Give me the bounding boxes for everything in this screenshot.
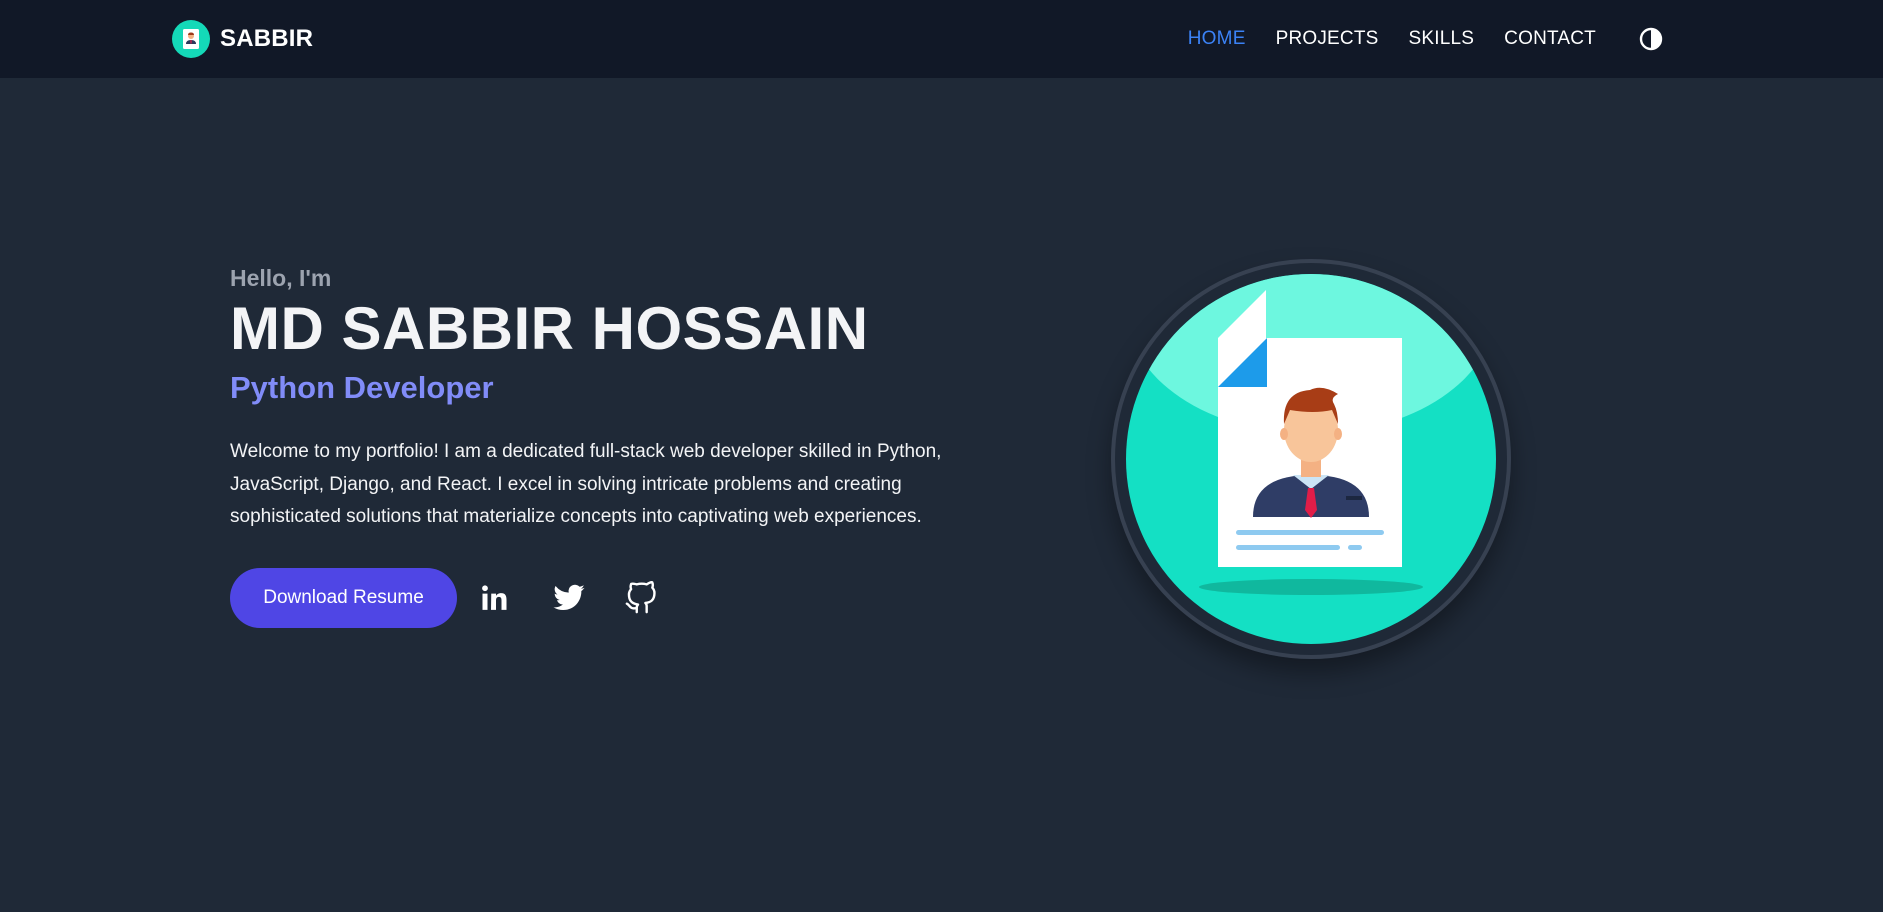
brand-link[interactable]: SABBIR [172,19,313,59]
resume-illustration-icon [1126,274,1496,644]
hero-role: Python Developer [230,370,494,405]
main-nav: HOME PROJECTS SKILLS CONTACT [1188,0,1664,78]
brand-logo-icon [172,20,210,58]
hero-avatar [1111,259,1511,659]
hero-section: Hello, I'm MD SABBIR HOSSAIN Python Deve… [230,262,950,628]
twitter-icon [553,584,585,610]
hero-name: MD SABBIR HOSSAIN [230,295,869,362]
github-icon [625,580,656,613]
nav-item-projects[interactable]: PROJECTS [1276,28,1379,50]
nav-item-contact[interactable]: CONTACT [1504,28,1596,50]
contrast-icon [1639,27,1663,51]
navbar: SABBIR HOME PROJECTS SKILLS CONTACT [0,0,1883,78]
hero-greeting: Hello, I'm [230,265,332,291]
linkedin-icon [482,584,507,610]
linkedin-link[interactable] [475,578,515,618]
download-resume-button[interactable]: Download Resume [230,567,457,628]
nav-item-home[interactable]: HOME [1188,28,1246,50]
brand-name: SABBIR [220,25,314,52]
twitter-link[interactable] [549,578,589,618]
hero-bio: Welcome to my portfolio! I am a dedicate… [230,441,942,527]
nav-item-skills[interactable]: SKILLS [1409,28,1475,50]
hero-actions: Download Resume [230,567,950,628]
theme-toggle-button[interactable] [1638,26,1664,52]
github-link[interactable] [621,578,661,618]
